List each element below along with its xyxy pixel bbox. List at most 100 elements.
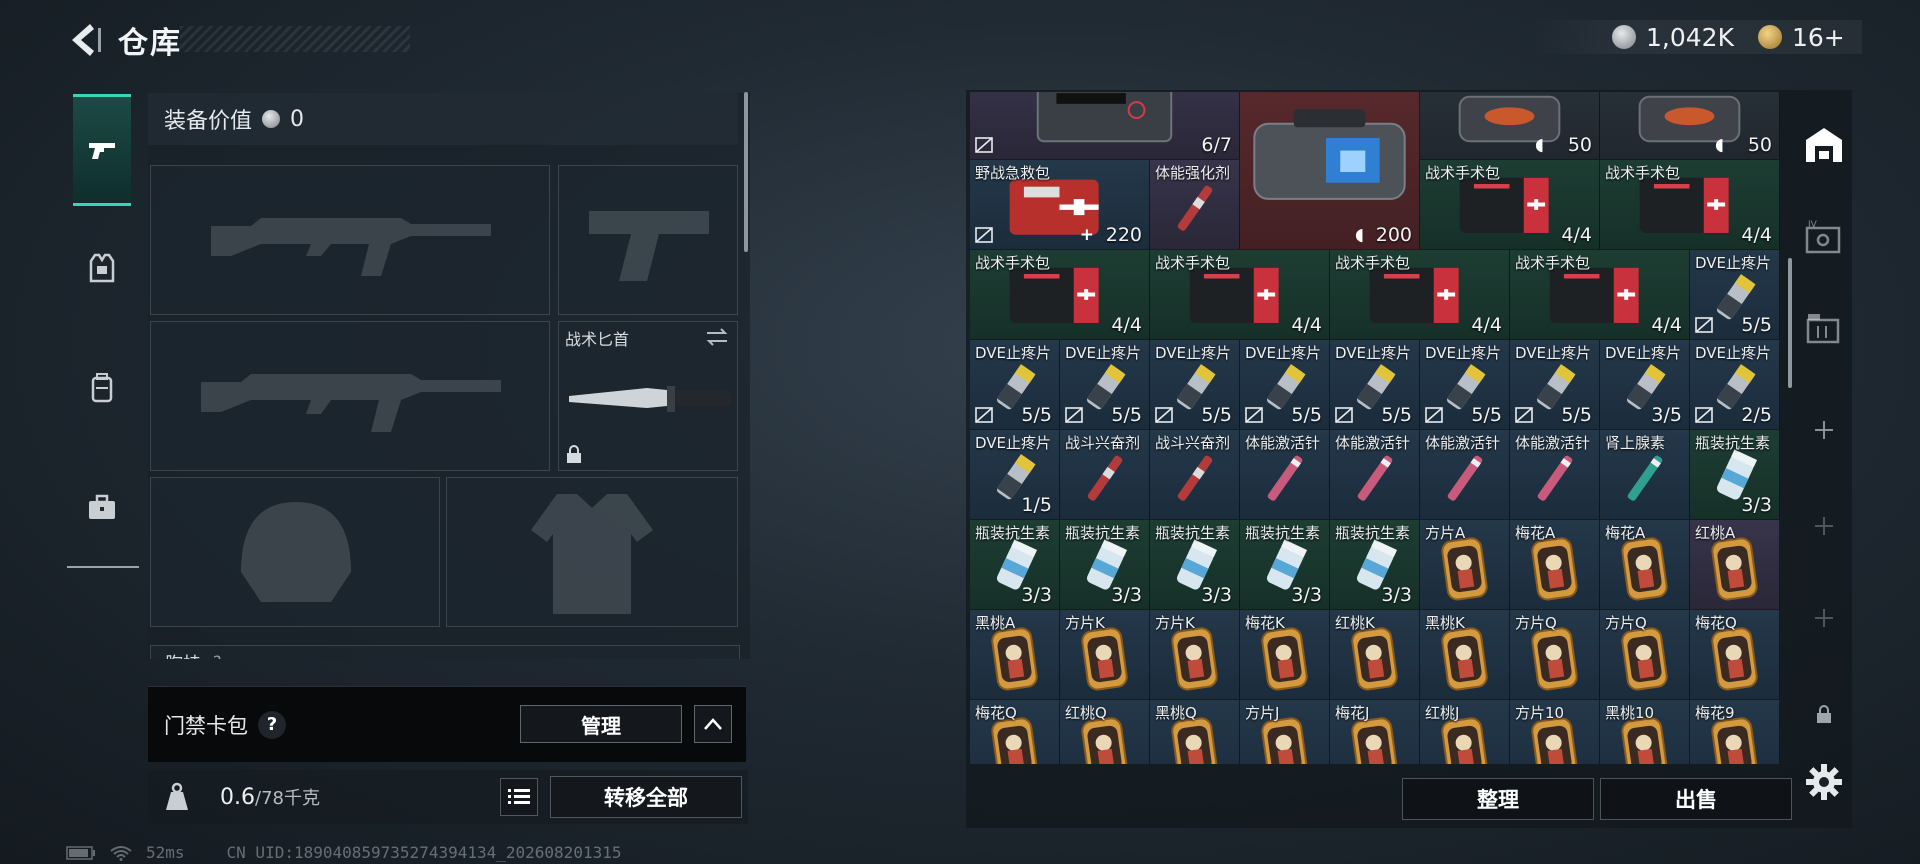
inventory-item[interactable]: 红桃J	[1420, 700, 1510, 764]
gold-amount[interactable]: 16+	[1792, 23, 1845, 52]
inventory-item[interactable]: DVE止疼片 5/5	[1690, 250, 1780, 340]
inventory-item[interactable]: 黑桃K	[1420, 610, 1510, 700]
secondary-primary-weapon-slot[interactable]	[150, 321, 550, 471]
inventory-item[interactable]: 战斗兴奋剂	[1150, 430, 1240, 520]
inventory-item[interactable]: 瓶装抗生素 3/3	[1330, 520, 1420, 610]
inventory-item[interactable]: 体能强化剂	[1150, 160, 1240, 250]
collapse-button[interactable]	[694, 705, 732, 743]
ping-value: 52ms	[146, 843, 185, 862]
tab-storage[interactable]	[1794, 114, 1854, 174]
item-name: DVE止疼片	[1425, 344, 1502, 362]
inventory-item[interactable]: 方片10	[1510, 700, 1600, 764]
add-storage-button-1[interactable]	[1794, 400, 1854, 460]
back-button[interactable]	[62, 18, 106, 62]
inventory-item[interactable]: DVE止疼片 1/5	[970, 430, 1060, 520]
inventory-item[interactable]: DVE止疼片 5/5	[1510, 340, 1600, 430]
inventory-item[interactable]: DEK手术包 6/7	[970, 92, 1240, 160]
inventory-item[interactable]: 战斗兴奋剂	[1060, 430, 1150, 520]
inventory-item[interactable]: DVE止疼片 5/5	[1420, 340, 1510, 430]
inventory-item[interactable]: 黑桃A	[970, 610, 1060, 700]
inventory-item[interactable]: 方片K	[1150, 610, 1240, 700]
inventory-item[interactable]: 瓶装抗生素 3/3	[1150, 520, 1240, 610]
inventory-item[interactable]: 方片A	[1420, 520, 1510, 610]
item-name: DVE止疼片	[1515, 344, 1592, 362]
inventory-item[interactable]: 肾上腺素	[1600, 430, 1690, 520]
inventory-item[interactable]: 梅花Q	[970, 700, 1060, 764]
vest-icon	[89, 253, 115, 283]
nav-item-armor[interactable]	[73, 212, 131, 324]
nav-item-cases[interactable]	[73, 452, 131, 564]
help-button[interactable]: ?	[258, 710, 286, 739]
inventory-item[interactable]: DVE止疼片 5/5	[1240, 340, 1330, 430]
inventory-item[interactable]: 方片K	[1060, 610, 1150, 700]
inventory-item[interactable]: 体能激活针	[1240, 430, 1330, 520]
inventory-item[interactable]: 瓶装抗生素 3/3	[1690, 430, 1780, 520]
inventory-item[interactable]: 战术手术包 4/4	[970, 250, 1150, 340]
manage-button[interactable]: 管理	[520, 705, 682, 743]
inventory-item[interactable]: 梅花A	[1510, 520, 1600, 610]
battery-icon	[66, 845, 95, 860]
item-name: 红桃A	[1695, 524, 1736, 542]
inventory-item[interactable]: 梅花A	[1600, 520, 1690, 610]
inventory-item[interactable]: 梅花J	[1330, 700, 1420, 764]
inventory-item[interactable]: 红桃K	[1330, 610, 1420, 700]
inventory-item[interactable]: DVE止疼片 2/5	[1690, 340, 1780, 430]
helmet-slot[interactable]	[150, 477, 440, 627]
inventory-item[interactable]: 战术手术包 4/4	[1330, 250, 1510, 340]
body-armor-slot[interactable]	[446, 477, 738, 627]
inventory-item[interactable]: 战术手术包 4/4	[1420, 160, 1600, 250]
inventory-item[interactable]: 梅花9	[1690, 700, 1780, 764]
inventory-item[interactable]: 梅花K	[1240, 610, 1330, 700]
item-name: DEK手术包	[975, 92, 1051, 93]
inventory-item[interactable]: 高级护甲 ◖ 200	[1240, 92, 1420, 250]
inventory-item[interactable]: 黑桃Q	[1150, 700, 1240, 764]
transfer-all-button[interactable]: 转移全部	[550, 776, 742, 818]
list-view-button[interactable]	[500, 778, 538, 816]
sort-button[interactable]: 整理	[1402, 778, 1594, 820]
untradeable-icon	[1515, 407, 1533, 423]
inventory-item[interactable]: 梅花Q	[1690, 610, 1780, 700]
inventory-item[interactable]: 战术手术包 4/4	[1600, 160, 1780, 250]
inventory-item[interactable]: 红桃A	[1690, 520, 1780, 610]
inventory-item[interactable]: DVE止疼片 5/5	[970, 340, 1060, 430]
add-storage-button-2[interactable]	[1794, 496, 1854, 556]
nav-item-backpack[interactable]	[73, 332, 131, 444]
inventory-item[interactable]: 瓶装抗生素 3/3	[1060, 520, 1150, 610]
inventory-item[interactable]: DVE止疼片 5/5	[1060, 340, 1150, 430]
inventory-item[interactable]: 体能激活针	[1510, 430, 1600, 520]
inventory-item[interactable]: 野战急救包 +220	[970, 160, 1150, 250]
tab-case-storage[interactable]	[1794, 298, 1854, 358]
chevron-up-icon	[704, 718, 722, 730]
inventory-item[interactable]: 体能激活针	[1330, 430, 1420, 520]
inventory-item[interactable]: 体能激活针	[1420, 430, 1510, 520]
equipment-scrollbar[interactable]	[744, 92, 748, 252]
inventory-item[interactable]: 战术手术包 4/4	[1150, 250, 1330, 340]
inventory-item[interactable]: 方片Q	[1510, 610, 1600, 700]
add-storage-button-3[interactable]	[1794, 588, 1854, 648]
inventory-item[interactable]: DVE止疼片 5/5	[1150, 340, 1240, 430]
silver-coin-icon	[262, 110, 281, 128]
inventory-item[interactable]: 红桃Q	[1060, 700, 1150, 764]
chest-rig-slot[interactable]: 胸挂 ?	[150, 645, 740, 659]
inventory-item[interactable]: DVE止疼片 3/5	[1600, 340, 1690, 430]
settings-button[interactable]	[1804, 762, 1844, 802]
inventory-item[interactable]: DVE止疼片 5/5	[1330, 340, 1420, 430]
inventory-item[interactable]: 方片J	[1240, 700, 1330, 764]
inventory-item[interactable]: 方片Q	[1600, 610, 1690, 700]
inventory-item[interactable]: 黑桃10	[1600, 700, 1690, 764]
inventory-item[interactable]: 瓶装抗生素 3/3	[1240, 520, 1330, 610]
melee-slot[interactable]: 战术匕首	[558, 321, 738, 471]
inventory-item[interactable]: 标准头盔 ◖ 50	[1420, 92, 1600, 160]
sell-button[interactable]: 出售	[1600, 778, 1792, 820]
inventory-item[interactable]: 战术手术包 4/4	[1510, 250, 1690, 340]
untradeable-icon	[1695, 407, 1713, 423]
inventory-scrollbar[interactable]	[1788, 258, 1792, 388]
tab-keycard-room[interactable]: IV	[1794, 208, 1854, 268]
swap-icon[interactable]	[705, 328, 729, 346]
primary-weapon-slot[interactable]	[150, 165, 550, 315]
secondary-weapon-slot[interactable]	[558, 165, 738, 315]
inventory-item[interactable]: 标准头盔 ◖ 50	[1600, 92, 1780, 160]
nav-item-weapons[interactable]	[73, 94, 131, 206]
item-name: 梅花J	[1335, 704, 1370, 722]
inventory-item[interactable]: 瓶装抗生素 3/3	[970, 520, 1060, 610]
